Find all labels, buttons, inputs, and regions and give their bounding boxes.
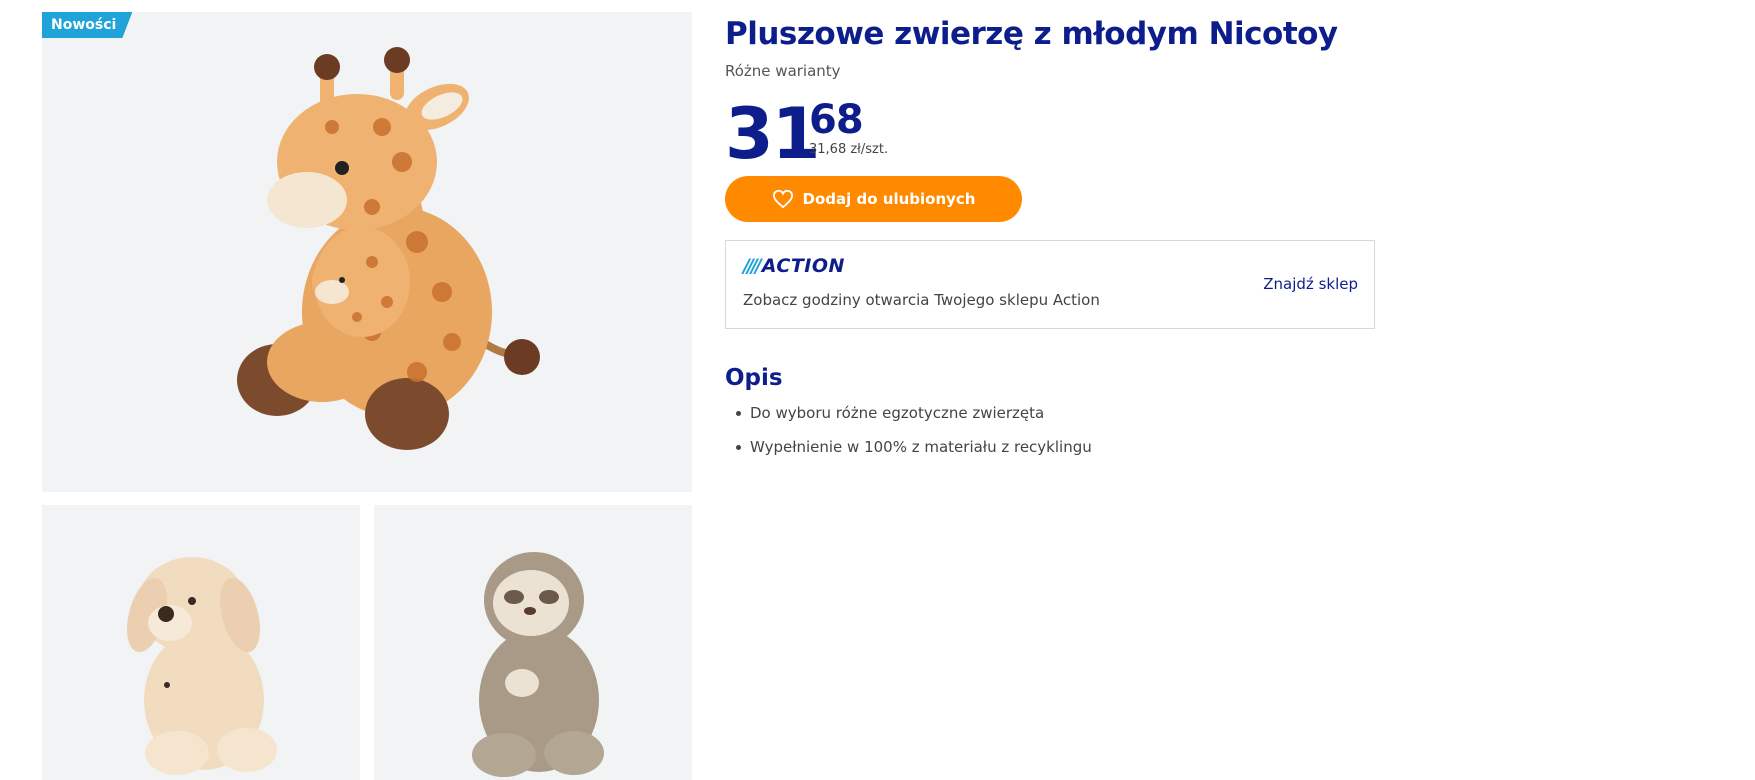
product-gallery: Nowości: [42, 12, 692, 780]
add-to-favorites-label: Dodaj do ulubionych: [802, 190, 976, 208]
product-info: Pluszowe zwierzę z młodym Nicotoy Różne …: [725, 12, 1375, 471]
dog-plush-image: [127, 557, 277, 775]
price-integer: 31: [725, 93, 820, 175]
unit-price: 31,68 zł/szt.: [809, 142, 889, 157]
sloth-plush-image: [472, 552, 604, 777]
description-list: Do wyboru różne egzotyczne zwierzęta Wyp…: [725, 403, 1375, 457]
action-logo-slashes: ////: [743, 255, 762, 277]
list-item: Wypełnienie w 100% z materiału z recykli…: [725, 437, 1375, 457]
description-heading: Opis: [725, 365, 783, 391]
find-store-link[interactable]: Znajdź sklep: [1263, 275, 1358, 293]
heart-icon: [772, 189, 794, 209]
giraffe-plush-image: [237, 47, 540, 450]
add-to-favorites-button[interactable]: Dodaj do ulubionych: [725, 176, 1022, 222]
store-hours-box: //// ACTION Zobacz godziny otwarcia Twoj…: [725, 240, 1375, 329]
price: 31 68 31,68 zł/szt.: [725, 94, 1375, 174]
action-logo: //// ACTION: [743, 255, 845, 277]
price-decimal: 68: [809, 97, 864, 143]
thumbnail-sloth[interactable]: [374, 505, 692, 780]
store-hours-text: Zobacz godziny otwarcia Twojego sklepu A…: [743, 291, 1100, 309]
main-product-image[interactable]: Nowości: [42, 12, 692, 492]
list-item: Do wyboru różne egzotyczne zwierzęta: [725, 403, 1375, 423]
thumbnail-dog[interactable]: [42, 505, 360, 780]
product-subtitle: Różne warianty: [725, 62, 841, 80]
new-badge: Nowości: [42, 12, 132, 38]
action-logo-text: ACTION: [761, 255, 845, 277]
product-title: Pluszowe zwierzę z młodym Nicotoy: [725, 16, 1338, 52]
